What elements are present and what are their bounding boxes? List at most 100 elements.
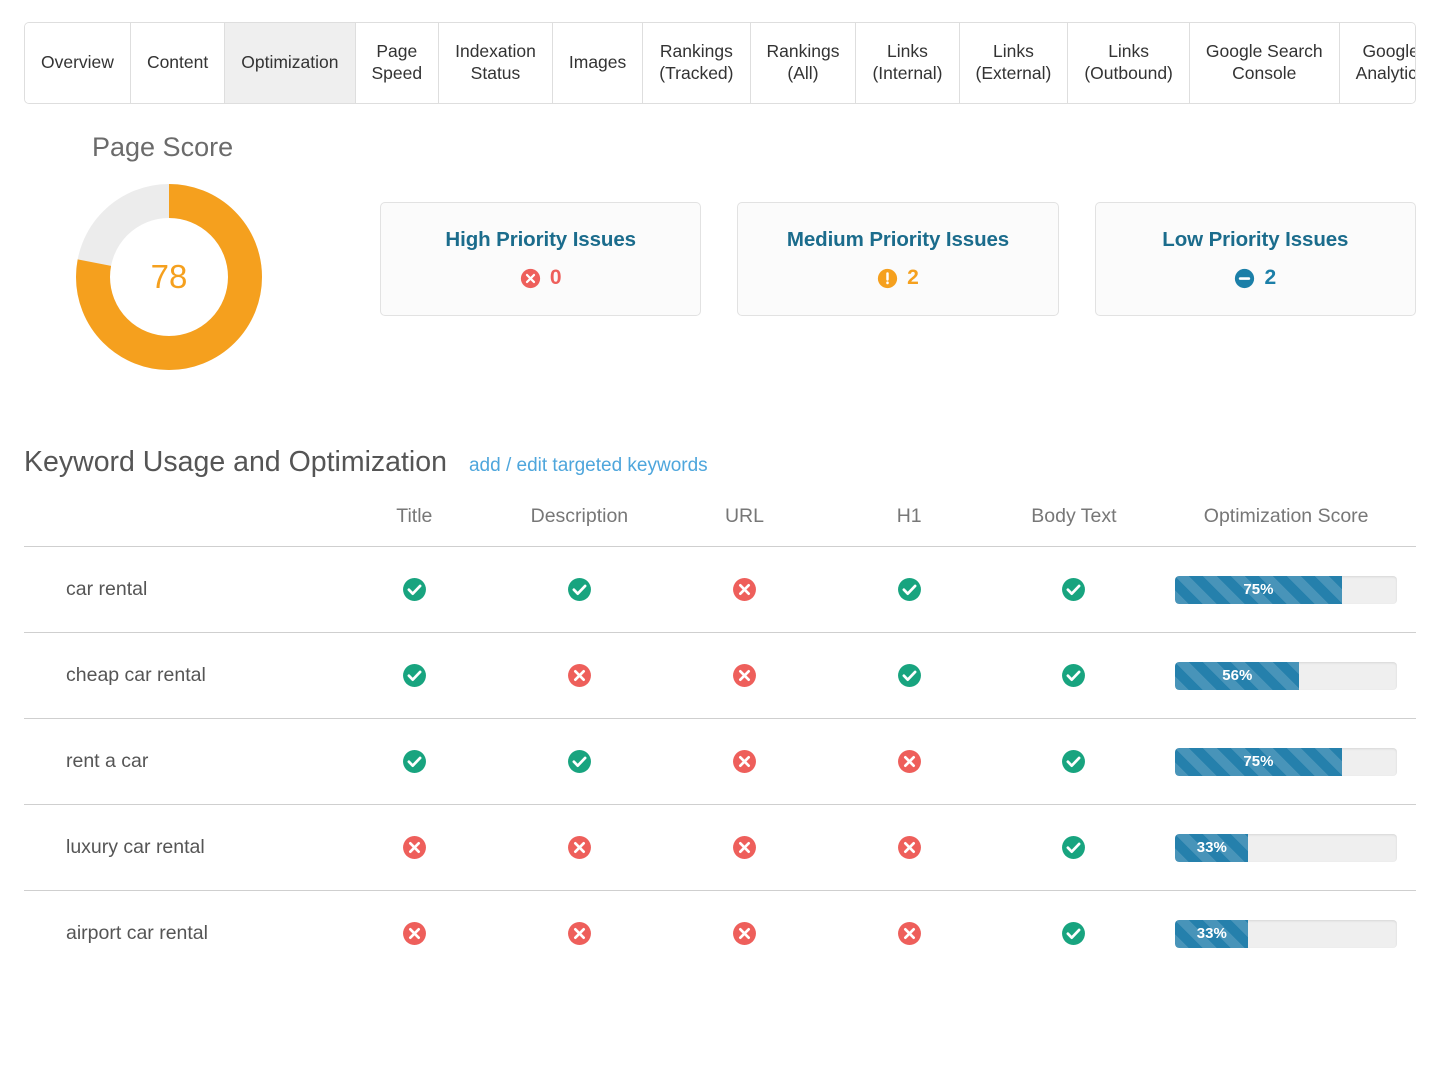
cell-body-status: [991, 719, 1156, 805]
check-circle-icon: [567, 577, 592, 602]
cell-title-status: [332, 633, 497, 719]
cell-body-status: [991, 891, 1156, 977]
keyword-section-header: Keyword Usage and Optimization add / edi…: [24, 444, 1416, 479]
issue-card-orange[interactable]: Medium Priority Issues 2: [737, 202, 1059, 316]
times-circle-icon: [567, 835, 592, 860]
cell-url-status: [662, 891, 827, 977]
cell-h1-status: [827, 719, 992, 805]
cell-title-status: [332, 547, 497, 633]
issue-card-number: 0: [549, 266, 562, 289]
cell-body-status: [991, 633, 1156, 719]
column-header-body-text: Body Text: [1031, 505, 1117, 527]
table-row: luxury car rental 33%: [24, 804, 1416, 891]
column-header-url: URL: [724, 505, 764, 527]
table-row: cheap car rental 56%: [24, 632, 1416, 719]
keyword-name: airport car rental: [66, 922, 208, 945]
times-circle-icon: [732, 921, 757, 946]
page-score-donut: 78: [76, 184, 262, 370]
times-circle-icon: [732, 663, 757, 688]
check-circle-icon: [1061, 749, 1086, 774]
table-row: car rental 75%: [24, 546, 1416, 633]
tab-indexation-status[interactable]: Indexation Status: [439, 23, 553, 103]
tab-images[interactable]: Images: [552, 23, 644, 103]
cell-optimization-score: 33%: [1156, 805, 1416, 891]
times-circle-icon: [897, 921, 922, 946]
cell-title-status: [332, 891, 497, 977]
cell-optimization-score: 75%: [1156, 719, 1416, 805]
tab-overview[interactable]: Overview: [25, 23, 131, 103]
cell-description-status: [497, 633, 662, 719]
tab-google-search-console[interactable]: Google Search Console: [1189, 23, 1340, 103]
keyword-section-title: Keyword Usage and Optimization: [24, 446, 447, 478]
optimization-score-fill: 75%: [1175, 575, 1342, 604]
check-circle-icon: [897, 577, 922, 602]
optimization-score-bar: 33%: [1175, 833, 1398, 862]
cell-h1-status: [827, 891, 992, 977]
issue-cards: High Priority Issues 0 Medium Priority Iss…: [380, 202, 1416, 316]
tab-rankings-tracked[interactable]: Rankings (Tracked): [643, 23, 751, 103]
optimization-score-fill: 75%: [1175, 747, 1342, 776]
issue-card-title: High Priority Issues: [445, 228, 636, 251]
cell-h1-status: [827, 633, 992, 719]
table-body: car rental 75% cheap car rental 56% rent a c…: [24, 546, 1416, 977]
issue-card-count: 2: [877, 266, 919, 290]
column-header-optimization-score: Optimization Score: [1203, 505, 1369, 527]
times-circle-icon: [732, 749, 757, 774]
tab-google-analytics[interactable]: Google Analytics: [1339, 23, 1415, 103]
tab-optimization[interactable]: Optimization: [225, 23, 356, 103]
optimization-score-fill: 33%: [1175, 919, 1249, 948]
cell-optimization-score: 56%: [1156, 633, 1416, 719]
keyword-optimization-table: Title Description URL H1 Body Text Optimizati…: [24, 505, 1416, 977]
times-circle-icon: [402, 835, 427, 860]
optimization-score-bar: 33%: [1175, 919, 1398, 948]
issue-card-count: 2: [1234, 266, 1276, 290]
optimization-score-fill: 33%: [1175, 833, 1249, 862]
minus-circle-icon: [1234, 268, 1255, 289]
issue-card-number: 2: [907, 266, 919, 289]
cell-title-status: [332, 719, 497, 805]
tab-content[interactable]: Content: [130, 23, 226, 103]
cell-url-status: [662, 633, 827, 719]
times-circle-icon: [567, 663, 592, 688]
times-circle-icon: [402, 921, 427, 946]
keyword-name: rent a car: [66, 750, 149, 772]
tab-rankings-all[interactable]: Rankings (All): [750, 23, 857, 103]
times-circle-icon: [897, 749, 922, 774]
times-circle-icon: [567, 921, 592, 946]
issue-card-red[interactable]: High Priority Issues 0: [380, 202, 702, 316]
table-header-row: Title Description URL H1 Body Text Optimizati…: [24, 505, 1416, 547]
cell-optimization-score: 33%: [1156, 891, 1416, 977]
check-circle-icon: [567, 749, 592, 774]
issue-card-count: 0: [520, 266, 562, 290]
cell-description-status: [497, 891, 662, 977]
exclamation-circle-icon: [877, 268, 898, 289]
tab-links-internal[interactable]: Links (Internal): [856, 23, 960, 103]
add-edit-keywords-link[interactable]: add / edit targeted keywords: [469, 455, 708, 477]
issue-card-blue[interactable]: Low Priority Issues 2: [1094, 202, 1416, 316]
tab-links-outbound[interactable]: Links (Outbound): [1068, 23, 1190, 103]
table-row: rent a car 75%: [24, 718, 1416, 805]
tab-links-external[interactable]: Links (External): [959, 23, 1069, 103]
cell-url-status: [662, 547, 827, 633]
section-tabs: Overview Content Optimization Page Speed Ind…: [24, 22, 1416, 104]
times-circle-icon: [732, 835, 757, 860]
check-circle-icon: [402, 577, 427, 602]
issue-card-number: 2: [1264, 266, 1277, 289]
optimization-score-fill: 56%: [1175, 661, 1300, 690]
optimization-score-bar: 56%: [1175, 661, 1398, 690]
cell-h1-status: [827, 805, 992, 891]
cell-optimization-score: 75%: [1156, 547, 1416, 633]
cell-title-status: [332, 805, 497, 891]
check-circle-icon: [1061, 921, 1086, 946]
cell-url-status: [662, 805, 827, 891]
issue-card-title: Medium Priority Issues: [786, 228, 1010, 251]
column-header-keyword: [24, 505, 332, 547]
cell-body-status: [991, 805, 1156, 891]
keyword-name: luxury car rental: [66, 836, 205, 858]
cell-description-status: [497, 805, 662, 891]
column-header-title: Title: [396, 505, 433, 527]
column-header-h1: H1: [896, 505, 922, 527]
times-circle-icon: [732, 577, 757, 602]
tab-page-speed[interactable]: Page Speed: [355, 23, 440, 103]
table-header: Title Description URL H1 Body Text Optimizati…: [24, 505, 1416, 547]
